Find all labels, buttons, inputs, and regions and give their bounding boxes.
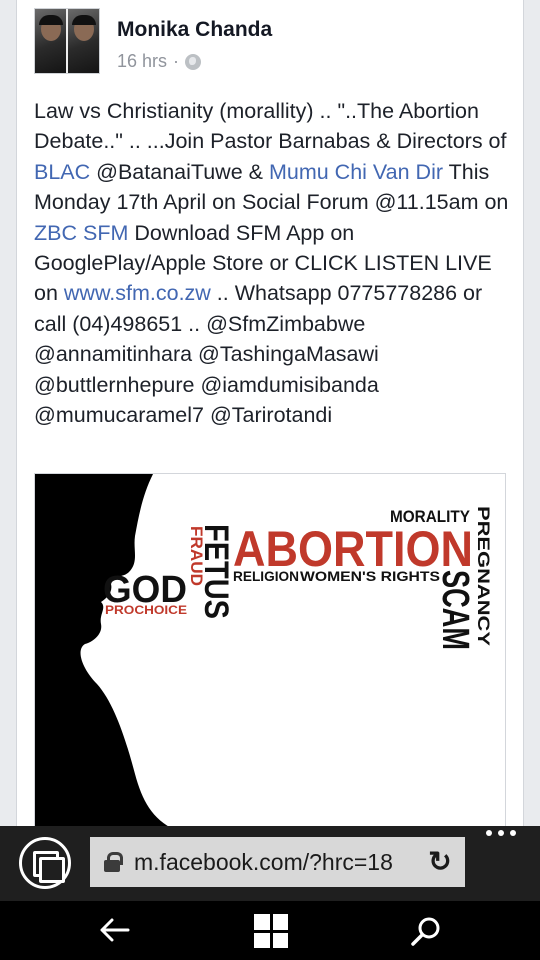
screen: Monika Chanda 16 hrs · Law vs Christiani… xyxy=(0,0,540,960)
windows-pane xyxy=(254,914,270,930)
browser-bar: m.facebook.com/?hrc=18 ↻ xyxy=(0,826,540,901)
word-scam: SCAM xyxy=(434,570,476,650)
more-dot xyxy=(510,830,516,836)
windows-pane xyxy=(272,932,288,948)
word-fraud: FRAUD xyxy=(187,526,206,586)
word-prochoice: PROCHOICE xyxy=(105,603,187,617)
back-arrow-icon[interactable] xyxy=(100,917,130,943)
abortion-word-cloud: MORALITY ABORTION PREGNANCY FETUS FRAUD … xyxy=(35,474,505,830)
windows-logo-icon[interactable] xyxy=(254,914,288,948)
post-meta: 16 hrs · xyxy=(117,51,202,72)
author-name[interactable]: Monika Chanda xyxy=(117,18,272,42)
post-link[interactable]: ZBC SFM xyxy=(34,221,128,245)
search-icon[interactable] xyxy=(410,915,442,947)
post-link[interactable]: www.sfm.co.zw xyxy=(64,281,211,305)
word-religion: RELIGION xyxy=(233,568,299,584)
post-text-segment: @BatanaiTuwe & xyxy=(90,159,269,184)
more-icon[interactable] xyxy=(486,830,520,844)
avatar-photo-left xyxy=(35,9,68,73)
author-avatar[interactable] xyxy=(34,8,100,74)
post-text-segment: Law vs Christianity (morallity) .. "..Th… xyxy=(34,99,507,154)
post-text: Law vs Christianity (morallity) .. "..Th… xyxy=(34,96,514,430)
globe-icon xyxy=(185,53,202,70)
windows-pane xyxy=(272,914,288,930)
post-image[interactable]: MORALITY ABORTION PREGNANCY FETUS FRAUD … xyxy=(34,473,506,830)
more-dot xyxy=(498,830,504,836)
word-womens-rights: WOMEN'S RIGHTS xyxy=(300,568,440,584)
refresh-icon[interactable]: ↻ xyxy=(427,848,453,876)
tabs-icon[interactable] xyxy=(19,837,71,889)
avatar-photo-right xyxy=(68,9,99,73)
system-navbar xyxy=(0,901,540,960)
more-dot xyxy=(486,830,492,836)
post-time[interactable]: 16 hrs xyxy=(117,51,167,72)
post-card: Monika Chanda 16 hrs · Law vs Christiani… xyxy=(16,0,524,830)
meta-separator: · xyxy=(173,51,180,71)
address-bar[interactable]: m.facebook.com/?hrc=18 ↻ xyxy=(90,837,465,887)
post-link[interactable]: BLAC xyxy=(34,160,90,184)
windows-pane xyxy=(254,932,270,948)
lock-icon xyxy=(104,852,123,872)
url-text[interactable]: m.facebook.com/?hrc=18 xyxy=(134,849,414,876)
post-link[interactable]: Mumu Chi Van Dir xyxy=(269,160,443,184)
